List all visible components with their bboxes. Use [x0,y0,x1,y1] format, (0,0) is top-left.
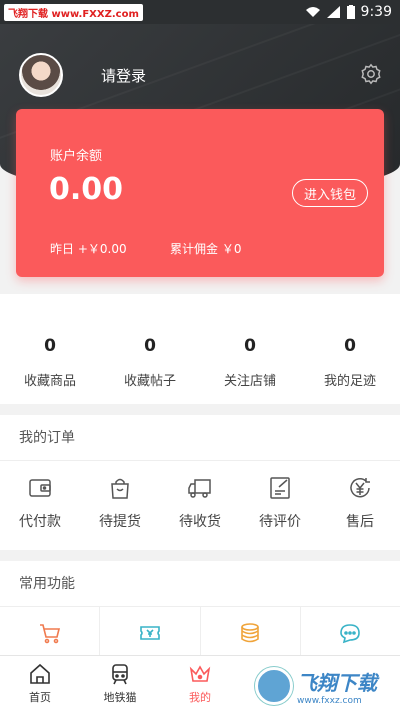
metro-icon [112,664,128,685]
crown-icon [189,665,211,682]
order-status-row: 代付款 待提货 待收货 待评价 售后 [0,461,400,531]
stat-favorite-posts[interactable]: 0 收藏帖子 [100,294,200,404]
order-label: 代付款 [19,514,61,530]
signal-icon [326,6,340,18]
yen-icon [350,477,370,498]
function-coupon[interactable] [100,607,201,659]
stat-value: 0 [244,336,256,356]
balance-value: 0.00 [49,172,124,207]
wallet-icon [29,479,51,497]
balance-card: 账户余额 0.00 进入钱包 昨日 +￥0.00 累计佣金 ￥0 [16,109,384,277]
functions-section: 常用功能 [0,561,400,661]
stat-label: 收藏商品 [23,374,76,389]
nav-metro-cat[interactable]: 地铁猫 [80,656,160,713]
truck-icon [188,479,211,498]
stat-value: 0 [344,336,356,356]
stat-favorite-products[interactable]: 0 收藏商品 [0,294,100,404]
functions-row [0,607,400,659]
order-label: 售后 [346,514,374,530]
chat-icon [340,624,361,644]
gear-icon[interactable] [360,63,382,85]
wifi-icon [305,7,320,17]
order-pending-delivery[interactable]: 待收货 [160,475,240,531]
status-time: 9:39 [360,4,392,20]
bag-icon [111,478,129,499]
order-pending-pickup[interactable]: 待提货 [80,475,160,531]
watermark-top: 飞翔下载 www.FXXZ.com [4,3,143,21]
status-icons: 9:39 [305,4,392,20]
balance-label: 账户余额 [50,149,103,164]
function-points[interactable] [201,607,301,659]
total-commission: 累计佣金 ￥0 [170,242,242,256]
function-service[interactable] [301,607,400,659]
battery-icon [346,5,355,19]
stat-value: 0 [144,336,156,356]
stats-row: 0 收藏商品 0 收藏帖子 0 关注店铺 0 我的足迹 [0,294,400,404]
stat-label: 我的足迹 [323,374,376,389]
orders-title: 我的订单 [0,415,400,461]
stat-footprints[interactable]: 0 我的足迹 [300,294,400,404]
nav-mine[interactable]: 我的 [160,656,240,713]
stat-value: 0 [44,336,56,356]
order-after-sales[interactable]: 售后 [320,475,400,531]
yesterday-earnings: 昨日 +￥0.00 [50,242,127,256]
function-cart[interactable] [0,607,101,659]
nav-home[interactable]: 首页 [0,656,80,713]
watermark-bottom: 飞翔下载 www.fxxz.com [255,663,395,709]
order-label: 待收货 [179,514,221,530]
nav-label: 首页 [29,691,51,704]
stat-followed-shops[interactable]: 0 关注店铺 [200,294,300,404]
functions-title: 常用功能 [0,561,400,607]
enter-wallet-button[interactable]: 进入钱包 [292,179,368,207]
ticket-icon [140,626,160,640]
watermark-small: www.fxxz.com [297,695,362,706]
order-label: 待提货 [99,514,141,530]
review-icon [270,477,290,499]
avatar[interactable] [19,53,63,97]
order-pending-review[interactable]: 待评价 [240,475,320,531]
watermark-logo [255,667,293,705]
watermark-big: 飞翔下载 [297,670,377,695]
coins-icon [241,623,259,643]
stat-label: 收藏帖子 [123,374,176,389]
cart-icon [39,624,60,644]
nav-label: 地铁猫 [103,691,137,704]
login-link[interactable]: 请登录 [101,65,146,86]
stat-label: 关注店铺 [223,374,276,389]
order-pending-payment[interactable]: 代付款 [0,475,80,531]
status-bar: 飞翔下载 www.FXXZ.com 9:39 [0,0,400,24]
orders-section: 我的订单 代付款 待提货 待收货 待评价 售后 [0,415,400,550]
home-icon [30,663,50,684]
nav-label: 我的 [189,691,211,704]
order-label: 待评价 [259,514,301,530]
